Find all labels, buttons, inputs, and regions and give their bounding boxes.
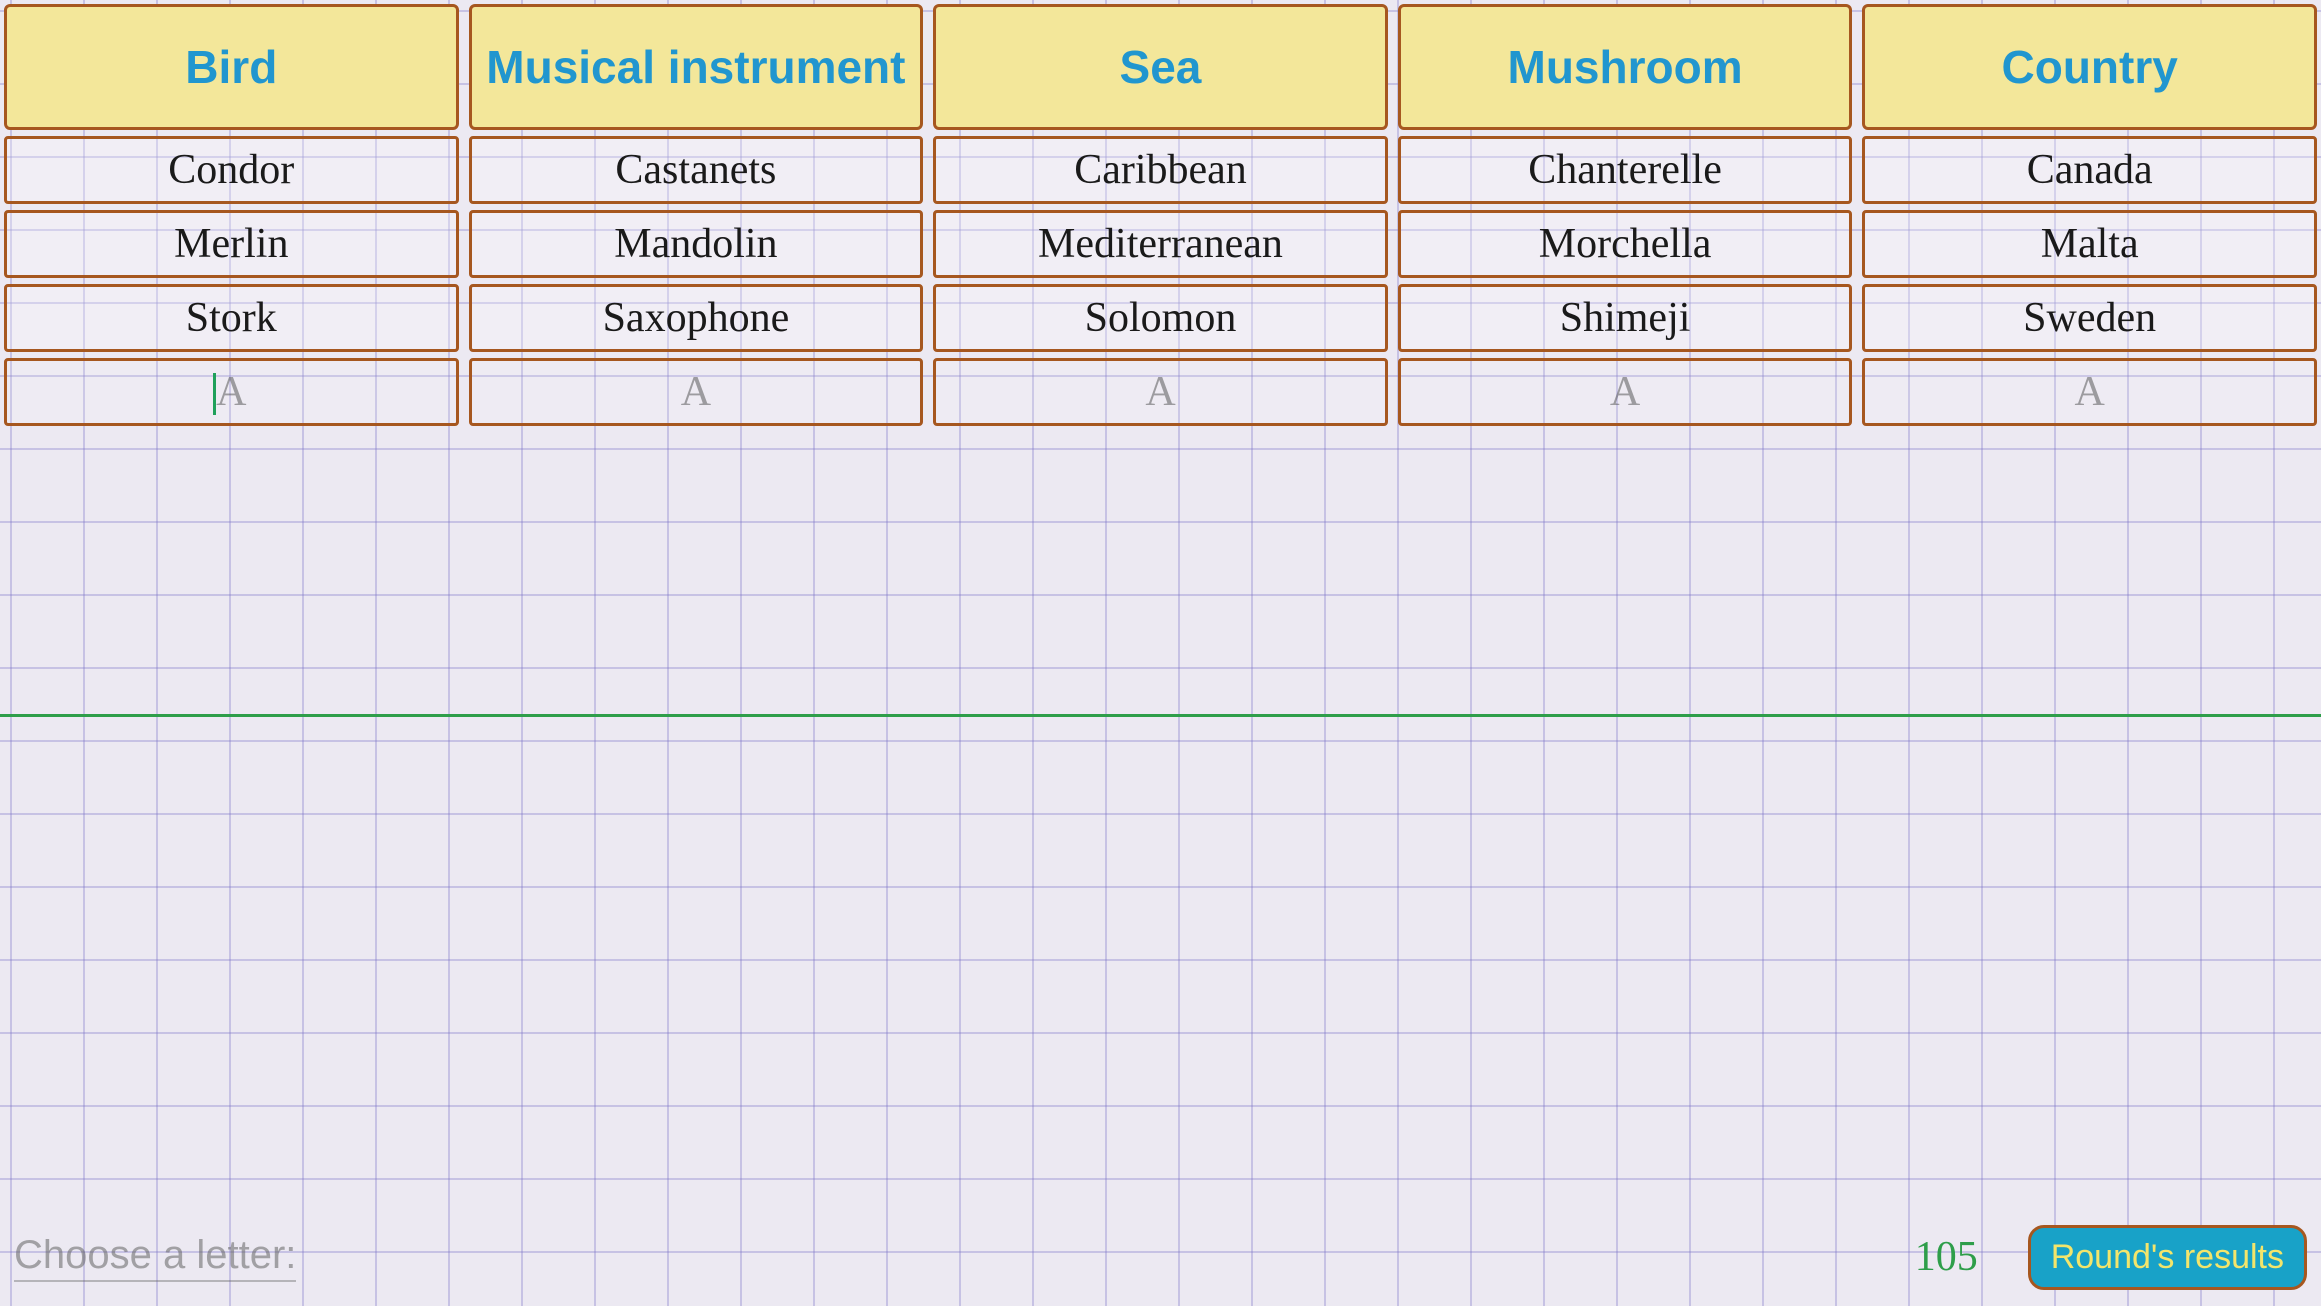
input-cell-mushroom[interactable] bbox=[1398, 358, 1853, 426]
category-header-bird[interactable]: Bird bbox=[4, 4, 459, 130]
category-label: Sea bbox=[1120, 43, 1202, 91]
input-cell-bird[interactable] bbox=[4, 358, 459, 426]
answer-cell: Caribbean bbox=[933, 136, 1388, 204]
input-cell-instrument[interactable] bbox=[469, 358, 924, 426]
answer-cell: Mandolin bbox=[469, 210, 924, 278]
answer-text: Morchella bbox=[1539, 220, 1712, 268]
answer-cell: Chanterelle bbox=[1398, 136, 1853, 204]
answer-input-instrument[interactable] bbox=[472, 361, 921, 423]
answer-text: Solomon bbox=[1085, 294, 1237, 342]
answer-input-sea[interactable] bbox=[936, 361, 1385, 423]
answer-text: Sweden bbox=[2023, 294, 2156, 342]
input-cell-sea[interactable] bbox=[933, 358, 1388, 426]
answer-text: Mediterranean bbox=[1038, 220, 1283, 268]
answer-cell: Merlin bbox=[4, 210, 459, 278]
table-row: Merlin Mandolin Mediterranean Morchella … bbox=[4, 210, 2317, 278]
answer-cell: Stork bbox=[4, 284, 459, 352]
category-header-sea[interactable]: Sea bbox=[933, 4, 1388, 130]
answer-cell: Mediterranean bbox=[933, 210, 1388, 278]
category-label: Mushroom bbox=[1508, 43, 1743, 91]
input-row bbox=[4, 358, 2317, 426]
answer-cell: Condor bbox=[4, 136, 459, 204]
answer-text: Caribbean bbox=[1074, 146, 1247, 194]
answer-cell: Castanets bbox=[469, 136, 924, 204]
game-board: Bird Musical instrument Sea Mushroom Cou… bbox=[0, 0, 2321, 436]
answer-text: Merlin bbox=[174, 220, 288, 268]
answer-text: Saxophone bbox=[603, 294, 790, 342]
answer-cell: Canada bbox=[1862, 136, 2317, 204]
answer-cell: Solomon bbox=[933, 284, 1388, 352]
text-caret bbox=[213, 373, 216, 415]
answer-input-bird[interactable] bbox=[7, 361, 456, 423]
answer-text: Condor bbox=[168, 146, 294, 194]
category-header-instrument[interactable]: Musical instrument bbox=[469, 4, 924, 130]
answer-cell: Morchella bbox=[1398, 210, 1853, 278]
answer-cell: Sweden bbox=[1862, 284, 2317, 352]
bottom-bar: Choose a letter: 105 Round's results bbox=[0, 1208, 2321, 1306]
category-label: Bird bbox=[185, 43, 277, 91]
category-header-mushroom[interactable]: Mushroom bbox=[1398, 4, 1853, 130]
answer-text: Castanets bbox=[615, 146, 776, 194]
answer-text: Malta bbox=[2041, 220, 2139, 268]
answer-cell: Malta bbox=[1862, 210, 2317, 278]
divider-line bbox=[0, 714, 2321, 717]
score-value: 105 bbox=[1915, 1233, 1978, 1281]
answer-text: Stork bbox=[186, 294, 277, 342]
category-label: Country bbox=[2002, 43, 2178, 91]
answer-cell: Shimeji bbox=[1398, 284, 1853, 352]
table-row: Stork Saxophone Solomon Shimeji Sweden bbox=[4, 284, 2317, 352]
round-results-button[interactable]: Round's results bbox=[2028, 1225, 2307, 1290]
category-header-country[interactable]: Country bbox=[1862, 4, 2317, 130]
answer-text: Mandolin bbox=[614, 220, 777, 268]
answer-cell: Saxophone bbox=[469, 284, 924, 352]
input-cell-country[interactable] bbox=[1862, 358, 2317, 426]
answer-text: Canada bbox=[2027, 146, 2153, 194]
header-row: Bird Musical instrument Sea Mushroom Cou… bbox=[4, 4, 2317, 130]
category-label: Musical instrument bbox=[486, 43, 905, 91]
answer-input-mushroom[interactable] bbox=[1401, 361, 1850, 423]
answer-text: Chanterelle bbox=[1528, 146, 1722, 194]
answer-input-country[interactable] bbox=[1865, 361, 2314, 423]
choose-letter-button[interactable]: Choose a letter: bbox=[14, 1233, 296, 1282]
table-row: Condor Castanets Caribbean Chanterelle C… bbox=[4, 136, 2317, 204]
answer-text: Shimeji bbox=[1560, 294, 1691, 342]
